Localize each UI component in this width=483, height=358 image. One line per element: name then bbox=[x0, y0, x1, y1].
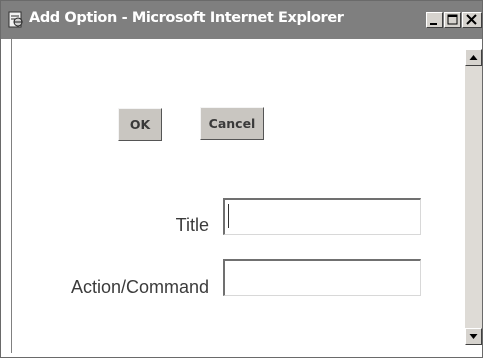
title-label: Title bbox=[175, 215, 209, 235]
minimize-button[interactable] bbox=[426, 12, 443, 28]
scroll-down-button[interactable] bbox=[465, 328, 482, 345]
minimize-icon bbox=[430, 23, 437, 25]
scroll-up-button[interactable] bbox=[465, 49, 482, 66]
browser-popup-window: Add Option - Microsoft Internet Explorer bbox=[0, 0, 483, 358]
close-icon bbox=[466, 14, 477, 25]
cancel-button[interactable]: Cancel bbox=[200, 107, 264, 140]
maximize-button[interactable] bbox=[444, 12, 461, 28]
vertical-scrollbar[interactable] bbox=[465, 49, 482, 345]
title-input[interactable] bbox=[223, 198, 421, 235]
close-button[interactable] bbox=[462, 12, 482, 28]
action-command-input[interactable] bbox=[223, 259, 421, 296]
ok-button[interactable]: OK bbox=[118, 108, 162, 141]
title-bar[interactable]: Add Option - Microsoft Internet Explorer bbox=[1, 1, 482, 39]
window-title: Add Option - Microsoft Internet Explorer bbox=[29, 10, 344, 26]
arrow-down-icon bbox=[469, 334, 478, 339]
text-caret bbox=[228, 204, 229, 228]
dialog-content bbox=[11, 39, 465, 353]
arrow-up-icon bbox=[469, 55, 478, 60]
action-command-label: Action/Command bbox=[70, 277, 209, 297]
maximize-icon bbox=[447, 14, 458, 25]
ie-page-icon bbox=[6, 11, 26, 29]
